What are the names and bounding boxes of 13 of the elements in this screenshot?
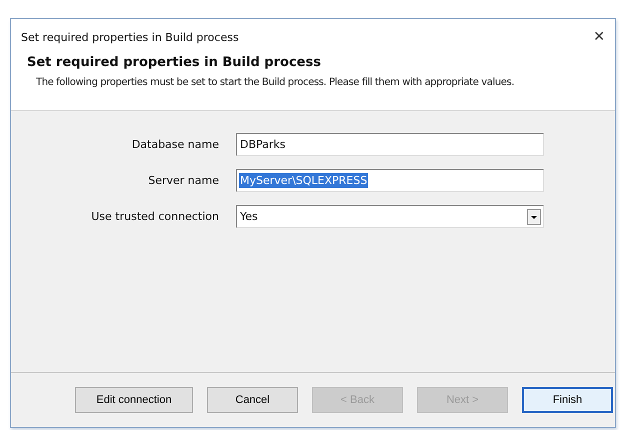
input-field[interactable]: DBParks	[236, 133, 544, 156]
header-description: The following properties must be set to start the Build process. Please fill them with appropriate values.	[35, 76, 516, 90]
field-label: Database name	[130, 138, 219, 151]
dropdown-field[interactable]: Yes	[236, 205, 544, 228]
dialog-button[interactable]: Cancel	[207, 387, 298, 413]
field-label: Server name	[147, 174, 219, 187]
dialog-button[interactable]: Edit connection	[75, 387, 193, 413]
dialog-button[interactable]: Finish	[522, 387, 613, 413]
close-button[interactable]: ✕	[589, 29, 609, 45]
input-field[interactable]: MyServer\SQLEXPRESS	[236, 169, 544, 192]
header-title: Set required properties in Build process	[27, 55, 322, 70]
field-label: Use trusted connection	[90, 210, 219, 223]
window-title: Set required properties in Build process	[21, 30, 239, 44]
